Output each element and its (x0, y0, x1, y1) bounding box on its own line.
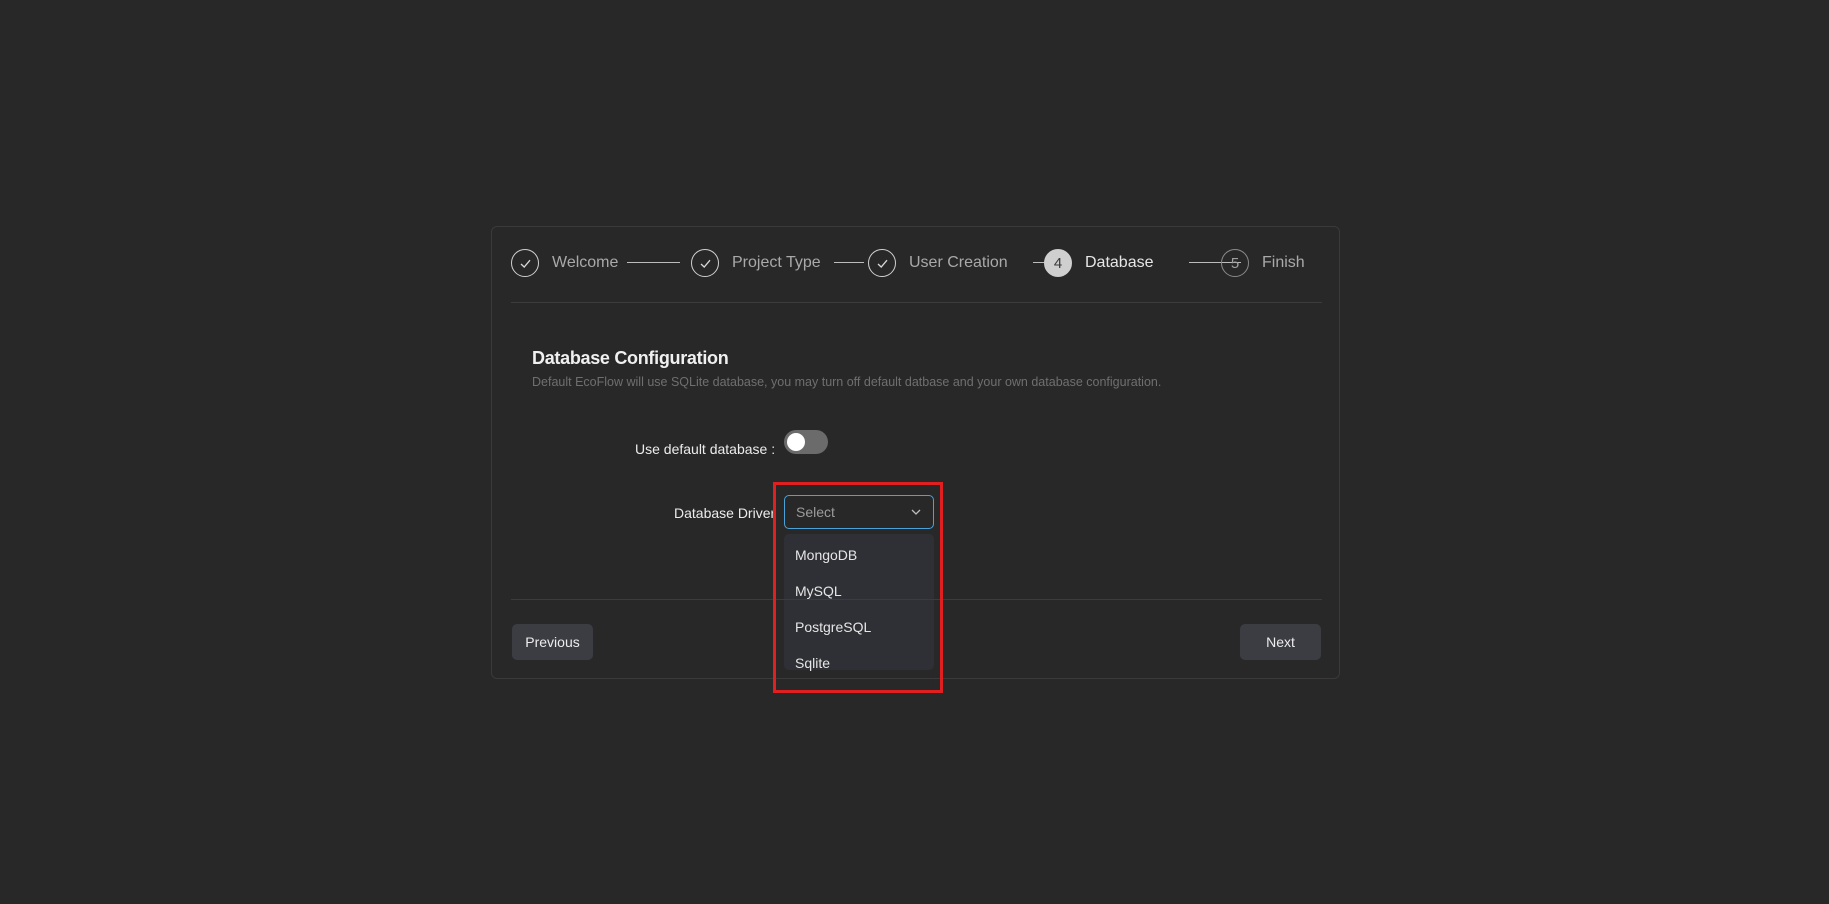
default-db-toggle[interactable] (784, 430, 828, 454)
step-label: Finish (1262, 254, 1305, 271)
step-label: Database (1085, 254, 1154, 271)
step-number: 4 (1044, 249, 1072, 277)
select-placeholder: Select (796, 504, 835, 520)
step-project-type: Project Type (691, 247, 821, 279)
dropdown-option-postgresql[interactable]: PostgreSQL (795, 619, 871, 635)
check-icon (868, 249, 896, 277)
dropdown-option-mongodb[interactable]: MongoDB (795, 547, 857, 563)
step-database: 4 Database (1044, 247, 1154, 279)
driver-label: Database Driver (674, 505, 776, 521)
section-title: Database Configuration (532, 348, 729, 368)
step-label: User Creation (909, 254, 1008, 271)
footer-divider (511, 599, 1322, 600)
driver-select[interactable]: Select (784, 495, 934, 529)
toggle-knob (787, 433, 805, 451)
dropdown-option-mysql[interactable]: MySQL (795, 583, 842, 599)
step-connector (834, 262, 864, 263)
step-finish: 5 Finish (1221, 247, 1305, 279)
step-label: Welcome (552, 254, 619, 271)
step-user-creation: User Creation (868, 247, 1008, 279)
setup-wizard-card: Welcome Project Type User Creation 4 Dat… (491, 226, 1340, 679)
default-db-label: Use default database : (635, 441, 776, 457)
step-welcome: Welcome (511, 247, 618, 279)
step-connector (627, 262, 680, 263)
divider (511, 302, 1322, 303)
next-button[interactable]: Next (1240, 624, 1321, 660)
dropdown-option-sqlite[interactable]: Sqlite (795, 655, 830, 671)
previous-button[interactable]: Previous (512, 624, 593, 660)
chevron-down-icon (910, 505, 922, 517)
step-label: Project Type (732, 254, 821, 271)
section-subtitle: Default EcoFlow will use SQLite database… (532, 375, 1162, 389)
check-icon (511, 249, 539, 277)
stepper: Welcome Project Type User Creation 4 Dat… (511, 247, 1323, 279)
driver-dropdown-menu: MongoDB MySQL PostgreSQL Sqlite (784, 534, 934, 671)
step-number: 5 (1221, 249, 1249, 277)
check-icon (691, 249, 719, 277)
